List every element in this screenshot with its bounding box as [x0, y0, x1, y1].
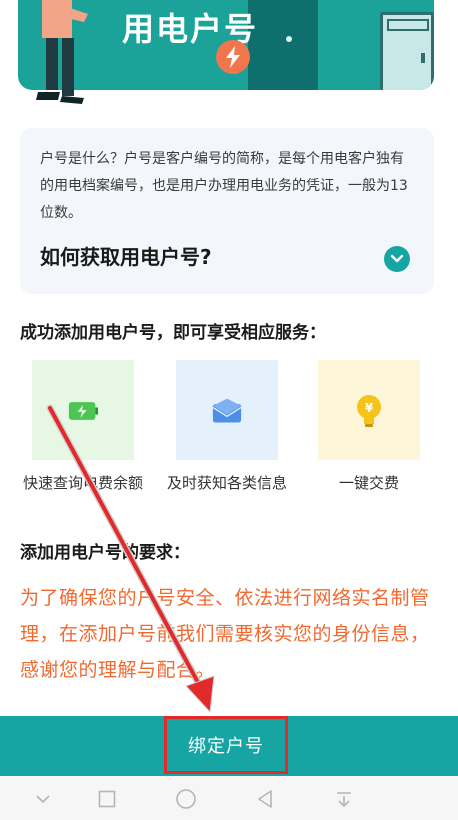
bind-account-label: 绑定户号 — [188, 736, 264, 757]
service-tile-notifications[interactable] — [176, 360, 278, 460]
services-heading: 成功添加用电户号，即可享受相应服务： — [20, 323, 326, 343]
battery-charge-icon — [68, 396, 98, 426]
recent-apps-icon[interactable] — [96, 788, 118, 810]
door-knob — [286, 36, 292, 42]
door-illustration — [248, 0, 318, 90]
account-description: 户号是什么？户号是客户编号的简称，是每个用电客户独有的用电档案编号，也是用户办理… — [40, 151, 408, 221]
service-tile-payment[interactable]: ¥ — [318, 360, 420, 460]
system-navigation-bar — [0, 776, 458, 820]
account-info-card: 户号是什么？户号是客户编号的简称，是每个用电客户独有的用电档案编号，也是用户办理… — [20, 128, 434, 294]
meter-door-illustration — [380, 12, 434, 90]
lightning-bolt-icon — [216, 40, 250, 74]
requirements-text: 为了确保您的户号安全、依法进行网络实名制管理，在添加户号前我们需要核实您的身份信… — [20, 587, 430, 681]
requirements-heading: 添加用电户号的要求： — [20, 543, 190, 563]
service-tile-balance[interactable] — [32, 360, 134, 460]
chevron-down-icon[interactable] — [384, 246, 410, 272]
person-illustration — [36, 0, 88, 104]
lightbulb-yuan-icon: ¥ — [354, 395, 384, 427]
chevron-down-nav-icon[interactable] — [32, 788, 54, 810]
service-label-notifications: 及时获知各类信息 — [166, 474, 287, 492]
svg-text:¥: ¥ — [365, 401, 374, 415]
home-icon[interactable] — [175, 788, 197, 810]
back-icon[interactable] — [254, 788, 276, 810]
faq-title[interactable]: 如何获取用电户号? — [40, 241, 212, 270]
service-label-payment: 一键交费 — [338, 474, 399, 492]
bind-account-button[interactable]: 绑定户号 — [164, 716, 288, 774]
envelope-icon — [212, 396, 242, 426]
notification-shade-icon[interactable] — [333, 788, 355, 810]
service-label-balance: 快速查询电费余额 — [22, 474, 143, 492]
